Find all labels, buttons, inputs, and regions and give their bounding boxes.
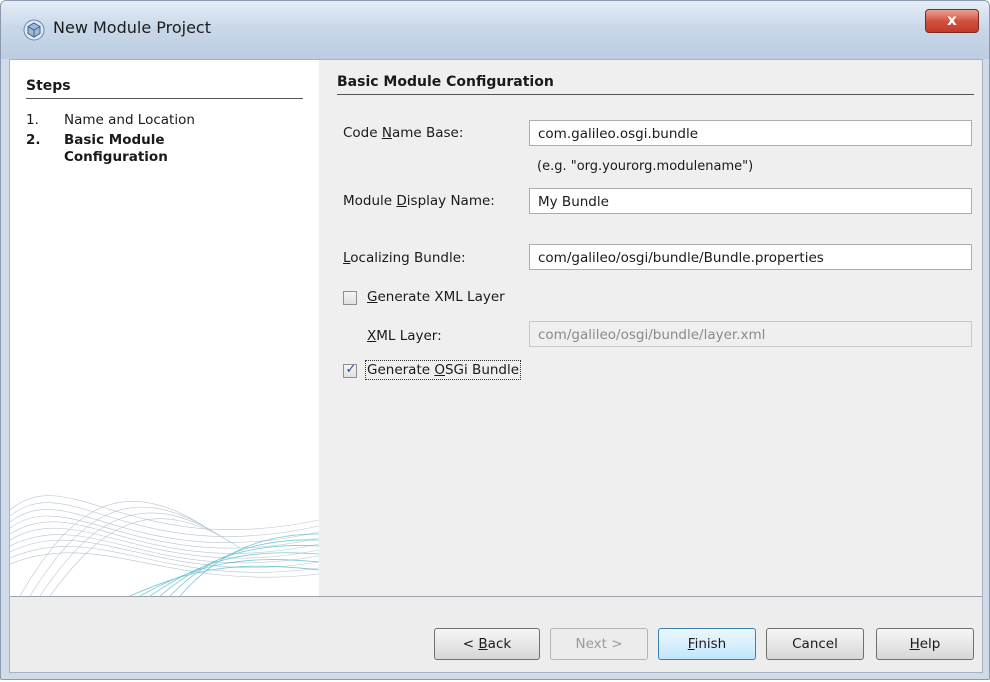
generate-osgi-bundle-label[interactable]: Generate OSGi Bundle — [364, 360, 522, 380]
code-name-base-input[interactable]: com.galileo.osgi.bundle — [529, 120, 972, 146]
help-button[interactable]: Help — [876, 628, 974, 660]
generate-osgi-bundle-checkbox[interactable]: ✓ — [343, 362, 357, 378]
localizing-bundle-label: Localizing Bundle: — [343, 250, 466, 266]
title-bar[interactable]: New Module Project x — [1, 1, 989, 59]
configuration-panel: Basic Module Configuration Code Name Bas… — [319, 60, 982, 596]
xml-layer-input: com/galileo/osgi/bundle/layer.xml — [529, 321, 972, 347]
dialog-body: Steps 1. Name and Location 2. Basic Modu… — [9, 59, 983, 673]
generate-xml-layer-label[interactable]: Generate XML Layer — [367, 289, 505, 305]
code-name-base-hint: (e.g. "org.yourorg.modulename") — [537, 159, 754, 174]
code-name-base-label: Code Name Base: — [343, 125, 464, 141]
cancel-button[interactable]: Cancel — [766, 628, 864, 660]
dialog-window: New Module Project x Steps 1. Name and L… — [0, 0, 990, 680]
module-display-name-label: Module Display Name: — [343, 193, 495, 209]
cube-icon — [23, 19, 45, 41]
module-display-name-input[interactable]: My Bundle — [529, 188, 972, 214]
step-label: Basic Module Configuration — [64, 132, 168, 165]
xml-layer-label: XML Layer: — [367, 328, 442, 344]
back-button[interactable]: < Back — [434, 628, 540, 660]
step-label: Name and Location — [64, 112, 195, 128]
checkmark-icon: ✓ — [345, 362, 357, 377]
steps-divider — [26, 98, 303, 99]
window-title: New Module Project — [53, 18, 211, 37]
steps-panel: Steps 1. Name and Location 2. Basic Modu… — [10, 60, 319, 596]
decorative-wave-graphic — [10, 495, 319, 596]
next-button: Next > — [550, 628, 648, 660]
step-number: 2. — [26, 132, 41, 148]
button-bar-separator — [10, 596, 982, 597]
steps-header: Steps — [26, 78, 71, 94]
finish-button[interactable]: Finish — [658, 628, 756, 660]
close-button[interactable]: x — [925, 9, 979, 33]
localizing-bundle-input[interactable]: com/galileo/osgi/bundle/Bundle.propertie… — [529, 244, 972, 270]
panel-title: Basic Module Configuration — [337, 74, 554, 90]
generate-xml-layer-checkbox[interactable] — [343, 291, 357, 305]
step-number: 1. — [26, 112, 39, 128]
panel-divider — [337, 94, 974, 95]
